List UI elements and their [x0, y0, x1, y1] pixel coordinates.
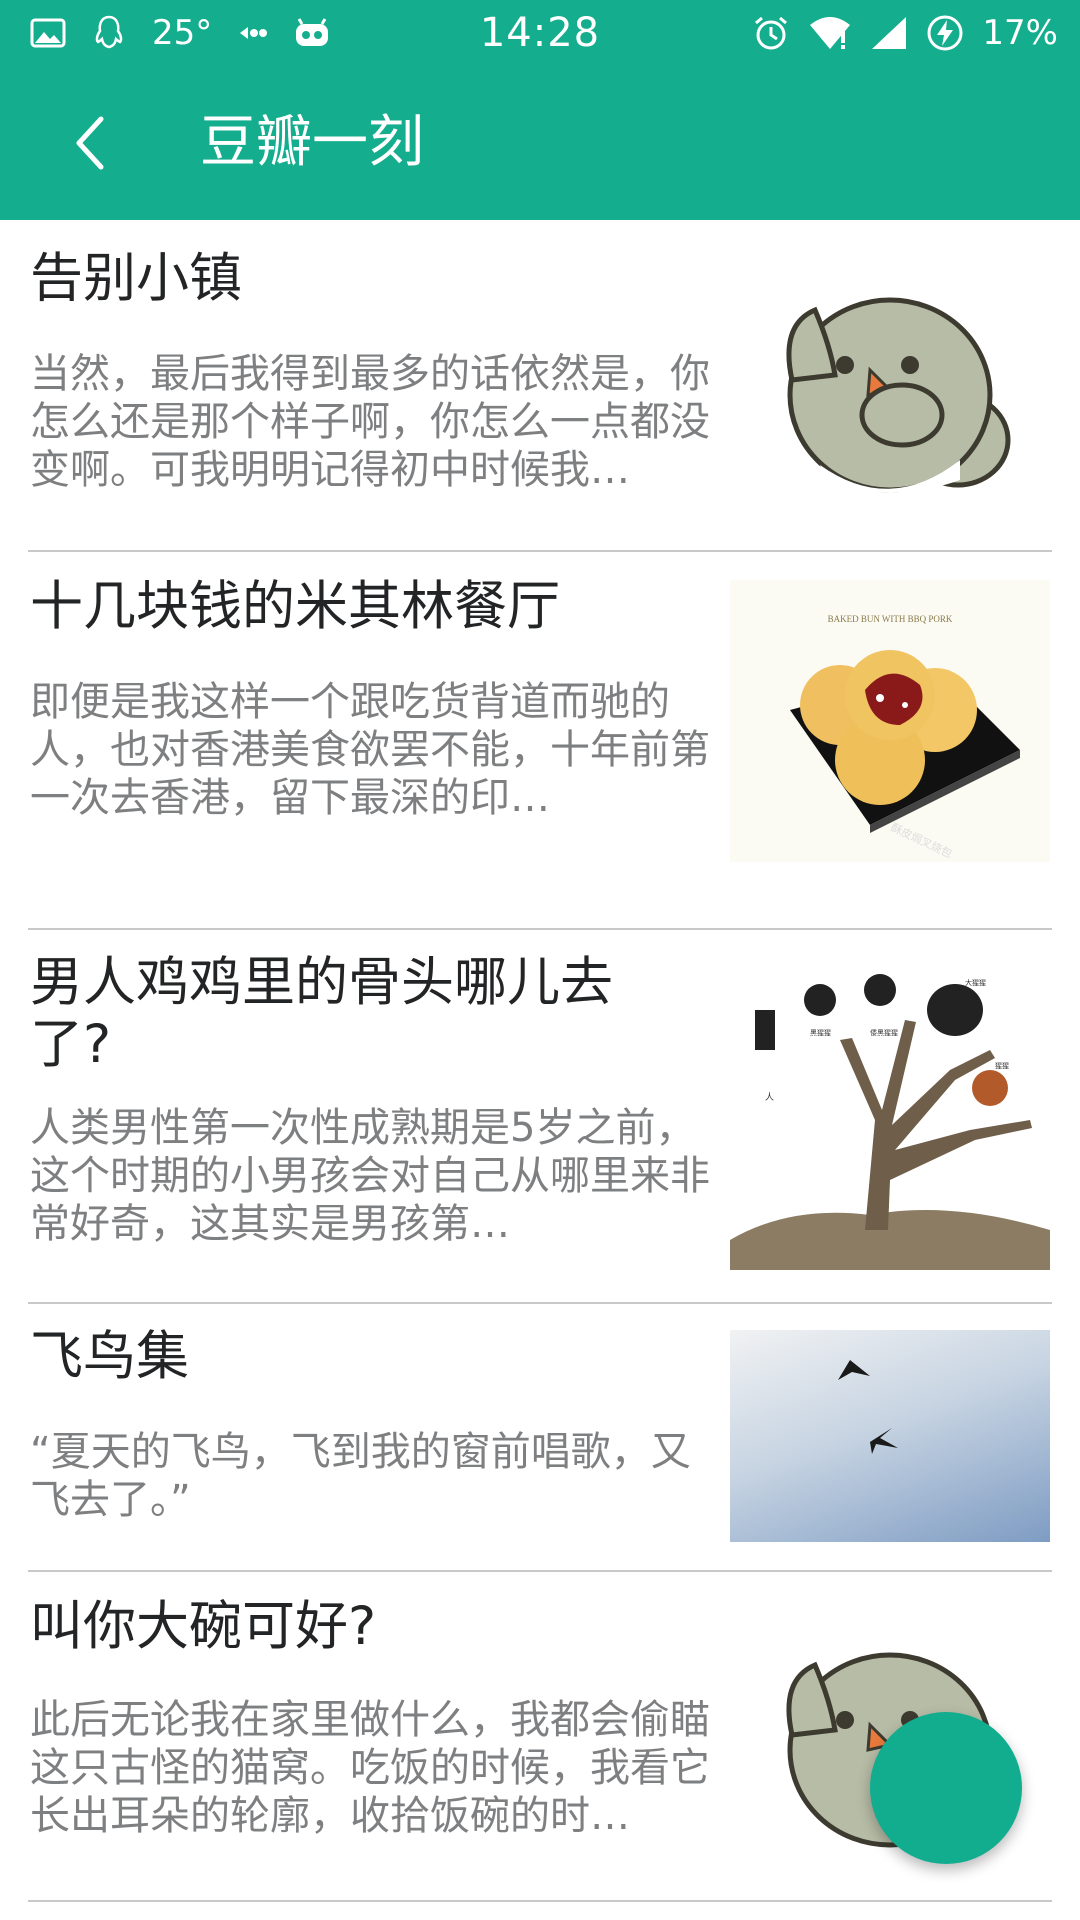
- floating-action-button[interactable]: [870, 1712, 1022, 1864]
- label-orangutan: 猩猩: [995, 1061, 1009, 1070]
- article-desc: 人类男性第一次性成熟期是5岁之前，这个时期的小男孩会对自己从哪里来非常好奇，这其…: [30, 1105, 710, 1247]
- signal-icon: [870, 15, 908, 51]
- chevron-left-icon: [76, 116, 104, 170]
- article-desc: 即便是我这样一个跟吃货背道而驰的人，也对香港美食欲罢不能，十年前第一次去香港，留…: [30, 679, 710, 821]
- article-title: 十几块钱的米其林餐厅: [30, 576, 560, 637]
- wifi-icon: [808, 15, 852, 51]
- article-item[interactable]: 飞鸟集 “夏天的飞鸟，飞到我的窗前唱歌，又飞去了。”: [0, 1304, 1080, 1570]
- article-title: 飞鸟集: [30, 1326, 189, 1387]
- article-thumbnail: 人 黑猩猩 倭黑猩猩 大猩猩 猩猩: [730, 960, 1050, 1270]
- thumbnail-caption: BAKED BUN WITH BBQ PORK: [828, 614, 953, 624]
- article-item[interactable]: 告别小镇 当然，最后我得到最多的话依然是，你怎么还是那个样子啊，你怎么一点都没变…: [0, 220, 1080, 550]
- label-bonobo: 倭黑猩猩: [870, 1028, 898, 1037]
- status-bar-right: 17%: [752, 10, 1058, 56]
- label-human: 人: [765, 1092, 774, 1103]
- article-thumbnail: [730, 265, 1050, 520]
- article-item[interactable]: 十几块钱的米其林餐厅 即便是我这样一个跟吃货背道而驰的人，也对香港美食欲罢不能，…: [0, 552, 1080, 892]
- article-thumbnail: BAKED BUN WITH BBQ PORK 酥皮焗叉烧包: [730, 580, 1050, 862]
- label-gorilla: 大猩猩: [965, 978, 986, 987]
- charging-icon: [926, 14, 964, 52]
- article-thumbnail: [730, 1330, 1050, 1542]
- status-bar: 25° 14:28 17%: [0, 0, 1080, 66]
- app-bar: 豆瓣一刻: [0, 66, 1080, 220]
- article-desc: 当然，最后我得到最多的话依然是，你怎么还是那个样子啊，你怎么一点都没变啊。可我明…: [30, 351, 710, 493]
- article-title: 叫你大碗可好?: [30, 1596, 377, 1657]
- article-desc: 此后无论我在家里做什么，我都会偷瞄这只古怪的猫窝。吃饭的时候，我看它长出耳朵的轮…: [30, 1697, 710, 1839]
- article-item[interactable]: 男人鸡鸡里的骨头哪儿去了? 人类男性第一次性成熟期是5岁之前，这个时期的小男孩会…: [0, 930, 1080, 1300]
- back-button[interactable]: [46, 98, 136, 188]
- article-title: 告别小镇: [30, 248, 242, 309]
- battery-percent: 17%: [982, 13, 1058, 53]
- thumbnail-label: 酥皮焗叉烧包: [889, 820, 955, 861]
- alarm-icon: [752, 14, 790, 52]
- divider: [28, 1900, 1052, 1902]
- page-title: 豆瓣一刻: [200, 110, 424, 175]
- article-desc: “夏天的飞鸟，飞到我的窗前唱歌，又飞去了。”: [30, 1429, 691, 1523]
- article-title: 男人鸡鸡里的骨头哪儿去了?: [30, 952, 613, 1075]
- label-chimpanzee: 黑猩猩: [810, 1028, 831, 1037]
